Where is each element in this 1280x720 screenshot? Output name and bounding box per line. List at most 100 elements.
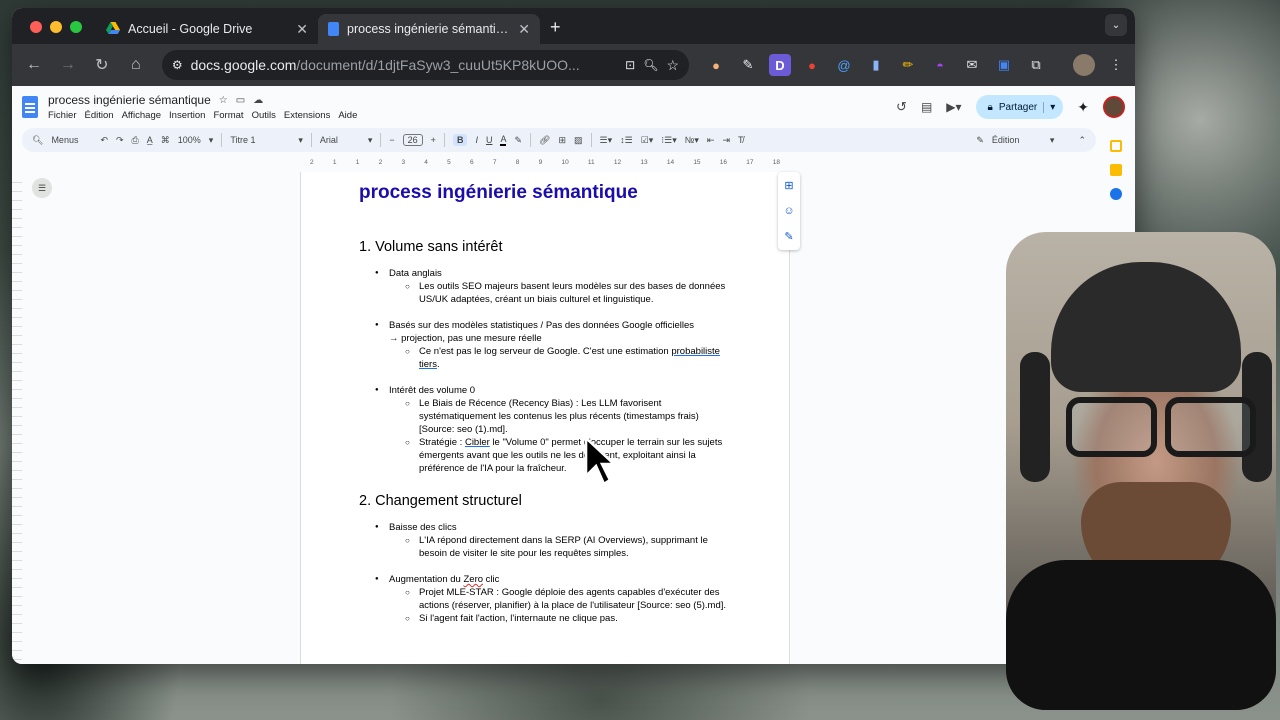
section-heading[interactable]: 1. Volume sans intérêt <box>359 239 789 255</box>
decrease-indent-icon[interactable]: ⇤ <box>707 135 715 146</box>
tab-search-button[interactable]: ⌄ <box>1105 14 1127 36</box>
browser-menu-icon[interactable]: ⋮ <box>1105 54 1127 76</box>
back-arrow-icon[interactable]: ← <box>20 51 48 79</box>
tab-google-drive[interactable]: Accueil - Google Drive ✕ <box>96 14 318 44</box>
menu-edition[interactable]: Édition <box>85 110 114 121</box>
list-item[interactable]: Intérêt des volume 0 <box>359 384 699 397</box>
redo-icon[interactable]: ↷ <box>116 135 124 146</box>
insert-image-icon[interactable]: ▨ <box>574 135 583 146</box>
calendar-icon[interactable] <box>1110 140 1122 152</box>
horizontal-ruler[interactable]: 2 1 1 2 3 4 5 6 7 8 9 10 11 12 13 14 15 … <box>300 156 790 168</box>
search-menus-icon[interactable]: 🔍︎ <box>32 135 43 146</box>
chevron-down-icon[interactable]: ▾ <box>368 135 373 146</box>
section-heading[interactable]: 2. Changement structurel <box>359 493 789 509</box>
highlight-icon[interactable]: ✎ <box>514 135 522 146</box>
menu-fichier[interactable]: Fichier <box>48 110 77 121</box>
editing-mode-select[interactable]: Édition <box>992 135 1042 145</box>
checklist-icon[interactable]: ☑▾ <box>641 135 654 146</box>
list-item[interactable]: L'IA répond directement dans la SERP (AI… <box>359 534 729 560</box>
extension-pencil-icon[interactable]: ✏ <box>897 54 919 76</box>
list-item[interactable]: Si l'agent fait l'action, l'internaute n… <box>359 612 729 625</box>
minimize-window-button[interactable] <box>50 21 62 33</box>
menu-outils[interactable]: Outils <box>252 110 276 121</box>
list-item[interactable]: Baisse des clics <box>359 521 699 534</box>
new-tab-button[interactable]: + <box>540 17 571 44</box>
chevron-down-icon[interactable]: ▾ <box>209 135 214 146</box>
reload-icon[interactable]: ↻ <box>88 51 116 79</box>
docs-logo-icon[interactable] <box>22 96 38 118</box>
editing-mode-pencil-icon[interactable]: ✎ <box>976 135 984 146</box>
list-item[interactable]: Basés sur des modèles statistiques / Pas… <box>359 319 699 345</box>
document-heading[interactable]: process ingénierie sémantique <box>359 182 789 210</box>
list-item[interactable]: Stratégie : Cibler le "Volume 0" permet … <box>359 436 729 475</box>
home-icon[interactable]: ⌂ <box>122 51 150 79</box>
extension-d-icon[interactable]: D <box>769 54 791 76</box>
history-icon[interactable]: ↺ <box>896 99 907 115</box>
line-spacing-icon[interactable]: ↕☰ <box>620 135 633 146</box>
menu-format[interactable]: Format <box>213 110 243 121</box>
menu-aide[interactable]: Aide <box>338 110 357 121</box>
tasks-icon[interactable] <box>1110 188 1122 200</box>
font-size-input[interactable]: 26 <box>402 134 423 146</box>
chevron-down-icon[interactable]: ▾ <box>298 135 303 146</box>
bookmark-star-icon[interactable]: ☆ <box>666 57 679 74</box>
menu-insertion[interactable]: Insertion <box>169 110 205 121</box>
extensions-puzzle-icon[interactable]: ⧉ <box>1025 54 1047 76</box>
undo-icon[interactable]: ↶ <box>100 135 108 146</box>
move-folder-icon[interactable]: ▭ <box>236 95 245 106</box>
close-tab-icon[interactable]: ✕ <box>518 21 530 38</box>
increase-font-icon[interactable]: + <box>431 135 436 145</box>
extension-at-icon[interactable]: @ <box>833 54 855 76</box>
list-item[interactable]: Les outils SEO majeurs basent leurs modè… <box>359 280 729 306</box>
extension-mail-icon[interactable]: ✉ <box>961 54 983 76</box>
paint-format-icon[interactable]: ⌘ <box>161 135 170 146</box>
keep-icon[interactable] <box>1110 164 1122 176</box>
meet-icon[interactable]: ▶▾ <box>946 100 961 114</box>
document-title[interactable]: process ingénierie sémantique <box>48 93 211 107</box>
list-item[interactable]: Data anglais <box>359 267 699 280</box>
list-item[interactable]: Augmentation du Zero clic <box>359 573 699 586</box>
link-icon[interactable]: 🔗︎ <box>539 135 550 146</box>
extension-red-icon[interactable]: ● <box>801 54 823 76</box>
comments-icon[interactable]: ▤ <box>921 100 932 114</box>
extension-translate-icon[interactable]: ▣ <box>993 54 1015 76</box>
suggest-edits-icon[interactable]: ✎ <box>784 230 793 243</box>
profile-avatar-icon[interactable] <box>1073 54 1095 76</box>
text-color-icon[interactable]: A <box>500 134 507 146</box>
bold-icon[interactable]: B <box>452 134 468 146</box>
add-comment-icon[interactable]: ⊞ <box>784 179 793 192</box>
italic-icon[interactable]: I <box>475 135 478 145</box>
close-tab-icon[interactable]: ✕ <box>296 21 308 38</box>
share-button[interactable]: 🔒︎ Partager ▾ <box>975 95 1064 119</box>
vertical-ruler[interactable] <box>12 174 22 664</box>
add-comment-icon[interactable]: ⊞ <box>558 135 566 146</box>
document-outline-icon[interactable]: ☰ <box>32 178 52 198</box>
list-item[interactable]: Projet MLE-STAR : Google déploie des age… <box>359 586 729 612</box>
list-item[interactable]: Le Biais de Récence (Recency Bias) : Les… <box>359 397 729 436</box>
site-info-icon[interactable]: ⚙ <box>172 58 183 72</box>
document-page[interactable]: process ingénierie sémantique 1. Volume … <box>300 172 790 664</box>
screen-capture-icon[interactable]: ⊡ <box>625 58 635 72</box>
extension-purple-icon[interactable]: ◓ <box>929 54 951 76</box>
numbered-list-icon[interactable]: №▾ <box>685 135 699 146</box>
align-icon[interactable]: ☰▾ <box>600 135 613 146</box>
gemini-icon[interactable]: ✦ <box>1077 99 1089 116</box>
font-select[interactable]: Arial <box>320 135 360 145</box>
maximize-window-button[interactable] <box>70 21 82 33</box>
emoji-reaction-icon[interactable]: ☺ <box>783 205 794 217</box>
spellcheck-icon[interactable]: A̲ <box>147 135 153 145</box>
forward-arrow-icon[interactable]: → <box>54 51 82 79</box>
star-icon[interactable]: ☆ <box>219 95 228 106</box>
search-menus-label[interactable]: Menus <box>51 135 78 145</box>
underline-icon[interactable]: U <box>486 135 493 145</box>
chevron-down-icon[interactable]: ▾ <box>1050 135 1055 146</box>
zoom-icon[interactable]: 🔍︎ <box>643 58 658 72</box>
chevron-down-icon[interactable]: ▾ <box>1043 101 1055 113</box>
menu-extensions[interactable]: Extensions <box>284 110 330 121</box>
zoom-select[interactable]: 100% <box>178 135 201 145</box>
cloud-status-icon[interactable]: ☁ <box>253 95 263 106</box>
bulleted-list-icon[interactable]: ⁝☰▾ <box>661 135 676 146</box>
address-bar[interactable]: ⚙ docs.google.com/document/d/1djtFaSyw3_… <box>161 50 689 80</box>
hide-menus-icon[interactable]: ⌃ <box>1078 135 1086 146</box>
tab-google-docs[interactable]: process ingénierie sémantique ✕ <box>318 14 540 44</box>
